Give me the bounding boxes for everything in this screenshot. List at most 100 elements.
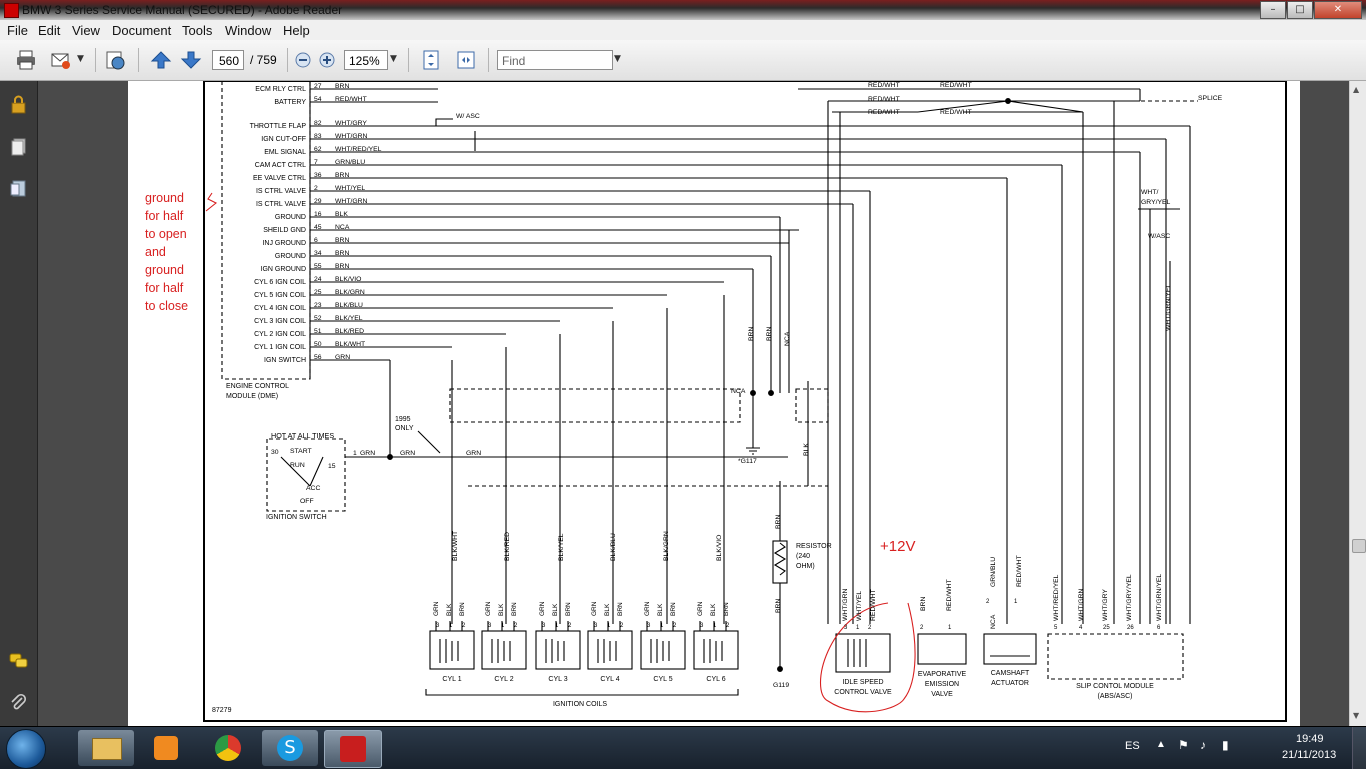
close-button[interactable]: ✕ [1314,1,1362,19]
coil-pin-wire: GRN [591,601,598,616]
ground-label: G119 [773,682,789,689]
document-view[interactable]: ECM RLY CTRL 27 BRN BATTERY 54 RED/WHT THROTTL… [38,81,1349,726]
plus-circle-icon[interactable] [316,49,338,71]
slip-caption: (ABS/ASC) [1097,693,1132,700]
evap-caption: EVAPORATIVE [918,671,967,678]
fit-width-icon[interactable] [455,49,477,71]
wire-label: NCA [731,388,746,395]
menu-help[interactable]: Help [283,23,310,38]
lock-icon[interactable] [9,95,28,114]
attachments-icon[interactable] [9,179,28,198]
coil-pin-number: 2 [726,623,730,629]
coil-pin-number: 2 [673,623,677,629]
zoom-input[interactable]: 125% [344,50,388,70]
volume-icon[interactable]: ♪ [1200,738,1206,752]
dme-pin-number: 7 [314,159,318,166]
fit-page-icon[interactable] [420,49,442,71]
dme-pin-label: IS CTRL VALVE [256,188,306,195]
start-button[interactable] [6,729,46,769]
coil-wire-color: BLK/BLU [610,533,617,561]
toolbar-separator [488,48,489,72]
printer-icon[interactable] [15,49,37,71]
menu-document[interactable]: Document [112,23,171,38]
handwritten-note: ground [145,263,184,277]
network-icon[interactable]: ▮ [1222,738,1229,752]
scroll-down-arrow[interactable]: ▼ [1353,711,1359,720]
menu-window[interactable]: Window [225,23,271,38]
valve-pin: 2 [986,599,990,605]
dme-pin-label: SHEILD GND [263,227,306,234]
valve-wire: RED/WHT [946,579,953,611]
flag-icon[interactable]: ⚑ [1178,738,1189,752]
maximize-button[interactable]: □ [1287,1,1313,19]
clock-time[interactable]: 19:49 [1296,733,1324,745]
adobe-reader-taskbar-button[interactable] [324,730,382,768]
scroll-up-arrow[interactable]: ▲ [1353,85,1359,94]
page-total: / 759 [250,53,277,67]
clock-date[interactable]: 21/11/2013 [1282,749,1336,761]
paperclip-icon[interactable] [9,693,28,712]
coil-pin-wire: BRN [617,602,624,616]
dme-pin-number: 82 [314,120,322,127]
coil-pin-wire: BLK [604,603,611,616]
find-input[interactable]: Find [497,50,613,70]
ground-label: *G117 [738,458,757,465]
wire-label: GRY/YEL [1141,199,1171,206]
chrome-taskbar-button[interactable] [200,730,256,766]
coil-wire-color: BLK/YEL [558,533,565,561]
vertical-scrollbar[interactable]: ▲ ▼ [1349,81,1366,726]
dme-wire-color: BLK/RED [335,328,364,335]
language-indicator[interactable]: ES [1125,740,1140,752]
menu-tools[interactable]: Tools [182,23,212,38]
coil-label: CYL 6 [706,676,725,683]
comments-icon[interactable] [9,651,28,670]
dme-pin-number: 27 [314,83,322,90]
switch-position: OFF [300,498,314,505]
minimize-button[interactable]: – [1260,1,1286,19]
explorer-taskbar-button[interactable] [78,730,134,766]
coil-pin-wire: GRN [644,601,651,616]
coil-pin-number: 1 [713,623,717,629]
wire-label: RED/WHT [940,109,972,116]
dme-pin-number: 51 [314,328,322,335]
envelope-icon[interactable] [50,49,72,71]
find-dropdown-icon[interactable]: ▼ [614,54,621,64]
dme-wire-color: WHT/GRN [335,133,368,140]
skype-taskbar-button[interactable]: S [262,730,318,766]
dme-wire-color: BRN [335,263,349,270]
dme-pin-number: 6 [314,237,318,244]
wire-label: WHT/GRN/YEL [1165,284,1172,331]
menu-view[interactable]: View [72,23,100,38]
handwritten-note: ground [145,191,184,205]
dme-wire-color: GRN/BLU [335,159,365,166]
show-desktop-button[interactable] [1352,727,1366,769]
cloud-share-icon[interactable] [104,49,126,71]
dme-pin-number: 55 [314,263,322,270]
arrow-down-icon[interactable] [180,49,202,71]
dme-wire-color: BLK/YEL [335,315,363,322]
page-number-input[interactable]: 560 [212,50,244,70]
valve-pin: 2 [868,625,872,631]
chevron-down-icon[interactable]: ▼ [77,54,84,64]
valve-pin: 1 [948,625,952,631]
dme-pin-number: 29 [314,198,322,205]
dme-pin-number: 50 [314,341,322,348]
pin-label: 1 [353,450,357,457]
media-player-taskbar-button[interactable] [138,730,194,766]
coil-pin-number: 2 [514,623,518,629]
minus-circle-icon[interactable] [292,49,314,71]
w-asc-label: W/ASC [1148,233,1170,240]
coil-pin-number: 1 [607,623,611,629]
slip-caption: SLIP CONTOL MODULE [1076,683,1154,690]
handwritten-note: and [145,245,166,259]
pages-icon[interactable] [9,137,28,156]
arrow-up-icon[interactable] [150,49,172,71]
menu-edit[interactable]: Edit [38,23,60,38]
navigation-pane [0,81,38,726]
dme-caption: MODULE (DME) [226,393,278,400]
show-hidden-icons-icon[interactable]: ▲ [1156,739,1166,750]
scrollbar-thumb[interactable] [1352,539,1366,553]
red-wht-bus [1007,100,1084,113]
menu-file[interactable]: File [7,23,28,38]
zoom-dropdown-icon[interactable]: ▼ [390,54,397,64]
